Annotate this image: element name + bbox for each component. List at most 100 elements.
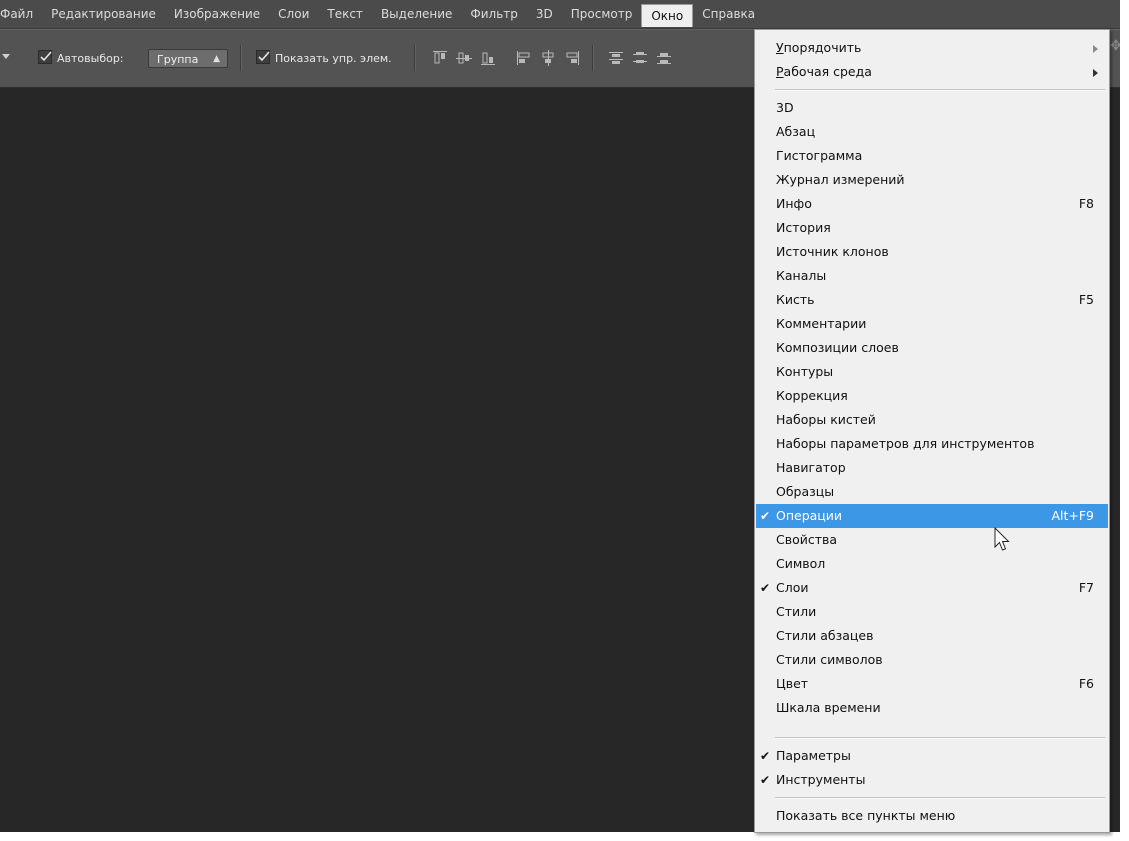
check-icon: ✔: [760, 773, 771, 787]
menu-item-label: Коррекция: [776, 388, 848, 403]
menu-item-label: Инфо: [776, 196, 812, 211]
menu-item-label: Стили символов: [776, 652, 883, 667]
menu-bar: Файл Редактирование Изображение Слои Тек…: [0, 0, 1120, 29]
menu-item-label: Параметры: [776, 748, 851, 763]
distribute-bottom-icon[interactable]: [656, 50, 672, 66]
menu-item-label: Слои: [776, 580, 809, 595]
autoselect-checkbox[interactable]: [38, 50, 52, 64]
show-transform-controls-label: Показать упр. элем.: [275, 52, 392, 65]
check-icon: ✔: [760, 509, 771, 523]
menu-window[interactable]: Окно: [641, 3, 694, 27]
menu-item-panel[interactable]: Шкала времени: [756, 696, 1108, 720]
menu-item-shortcut: F5: [1078, 292, 1094, 307]
menu-type[interactable]: Текст: [318, 4, 372, 24]
menu-select[interactable]: Выделение: [372, 4, 461, 24]
menu-item-label: Гистограмма: [776, 148, 863, 163]
menu-item-label: Наборы кистей: [776, 412, 876, 427]
menu-item-shortcut: F8: [1078, 196, 1094, 211]
menu-item-options[interactable]: ✔ Параметры: [756, 744, 1108, 768]
align-right-icon[interactable]: [564, 50, 580, 66]
menu-item-label: Источник клонов: [776, 244, 889, 259]
menu-item-workspace[interactable]: Рабочая среда: [756, 60, 1108, 84]
menu-filter[interactable]: Фильтр: [461, 4, 526, 24]
menu-item-panel[interactable]: ✔ Слои F7: [756, 576, 1108, 600]
divider: [414, 45, 416, 71]
show-transform-controls-checkbox[interactable]: [256, 50, 270, 64]
menu-item-label: Комментарии: [776, 316, 867, 331]
checkmark-icon: [40, 51, 52, 62]
menu-item-label: Свойства: [776, 532, 838, 547]
menu-item-panel[interactable]: Стили абзацев: [756, 624, 1108, 648]
workspace-mnemonic: Р: [776, 64, 784, 79]
menu-item-panel[interactable]: Коррекция: [756, 384, 1108, 408]
menu-item-panel[interactable]: Комментарии: [756, 312, 1108, 336]
menu-item-panel[interactable]: Наборы параметров для инструментов: [756, 432, 1108, 456]
menu-image[interactable]: Изображение: [165, 4, 269, 24]
menu-separator: [775, 89, 1105, 91]
menu-item-label: Стили: [776, 604, 817, 619]
menu-item-panel[interactable]: Свойства: [756, 528, 1108, 552]
menu-3d[interactable]: 3D: [527, 4, 562, 24]
menu-item-panel[interactable]: Абзац: [756, 120, 1108, 144]
menu-item-panel[interactable]: История: [756, 216, 1108, 240]
menu-item-panel[interactable]: Стили: [756, 600, 1108, 624]
mouse-cursor-icon: [994, 527, 1010, 551]
align-horizontal-center-icon[interactable]: [540, 50, 556, 66]
menu-item-label: Шкала времени: [776, 700, 881, 715]
menu-item-panel[interactable]: 3D: [756, 96, 1108, 120]
autoselect-target-select[interactable]: Группа ▲: [148, 49, 228, 68]
menu-item-label: Символ: [776, 556, 826, 571]
menu-item-label: Кисть: [776, 292, 815, 307]
distribute-vertical-center-icon[interactable]: [632, 50, 648, 66]
menu-item-panel[interactable]: Кисть F5: [756, 288, 1108, 312]
menu-item-panel[interactable]: Цвет F6: [756, 672, 1108, 696]
menu-item-label: абочая среда: [783, 64, 872, 79]
submenu-arrow-icon: [1093, 45, 1098, 53]
menu-item-panel[interactable]: Каналы: [756, 264, 1108, 288]
updown-arrows-icon: ▲: [213, 54, 220, 64]
menu-item-label: Навигатор: [776, 460, 846, 475]
menu-item-panel[interactable]: Символ: [756, 552, 1108, 576]
menu-item-panel[interactable]: Источник клонов: [756, 240, 1108, 264]
menu-item-panel[interactable]: Журнал измерений: [756, 168, 1108, 192]
divider: [592, 45, 594, 71]
menu-item-label: Инструменты: [776, 772, 866, 787]
checkmark-icon: [258, 51, 270, 62]
menu-item-shortcut: F6: [1078, 676, 1094, 691]
menu-item-label: Операции: [776, 508, 843, 523]
menu-item-panel[interactable]: Контуры: [756, 360, 1108, 384]
menu-item-label: порядочить: [783, 40, 862, 55]
menu-file[interactable]: Файл: [0, 4, 42, 24]
menu-edit[interactable]: Редактирование: [42, 4, 165, 24]
move-handle-icon: ✥: [1110, 38, 1120, 54]
menu-item-arrange[interactable]: Упорядочить: [756, 36, 1108, 60]
menu-item-tools[interactable]: ✔ Инструменты: [756, 768, 1108, 792]
menu-item-show-all[interactable]: Показать все пункты меню: [756, 804, 1108, 828]
menu-item-panel[interactable]: Наборы кистей: [756, 408, 1108, 432]
align-left-icon[interactable]: [516, 50, 532, 66]
submenu-arrow-icon: [1093, 69, 1098, 77]
menu-item-label: История: [776, 220, 831, 235]
menu-item-panel[interactable]: ✔ Операции Alt+F9: [756, 504, 1108, 528]
menu-help[interactable]: Справка: [693, 4, 764, 24]
autoselect-value: Группа: [157, 53, 199, 66]
menu-item-panel[interactable]: Композиции слоев: [756, 336, 1108, 360]
menu-view[interactable]: Просмотр: [562, 4, 642, 24]
menu-item-label: Контуры: [776, 364, 834, 379]
menu-separator: [775, 737, 1105, 739]
tool-preset-arrow-icon[interactable]: [2, 54, 10, 59]
menu-item-panel[interactable]: Образцы: [756, 480, 1108, 504]
align-top-icon[interactable]: [432, 50, 448, 66]
menu-item-panel[interactable]: Гистограмма: [756, 144, 1108, 168]
align-vertical-center-icon[interactable]: [456, 50, 472, 66]
menu-item-label: Показать все пункты меню: [776, 808, 956, 823]
autoselect-label: Автовыбор:: [57, 52, 124, 65]
menu-item-shortcut: F7: [1078, 580, 1094, 595]
menu-item-panel[interactable]: Инфо F8: [756, 192, 1108, 216]
menu-item-panel[interactable]: Стили символов: [756, 648, 1108, 672]
align-bottom-icon[interactable]: [480, 50, 496, 66]
menu-layers[interactable]: Слои: [269, 4, 318, 24]
menu-item-panel[interactable]: Навигатор: [756, 456, 1108, 480]
menu-item-label: 3D: [776, 100, 794, 115]
distribute-top-icon[interactable]: [608, 50, 624, 66]
